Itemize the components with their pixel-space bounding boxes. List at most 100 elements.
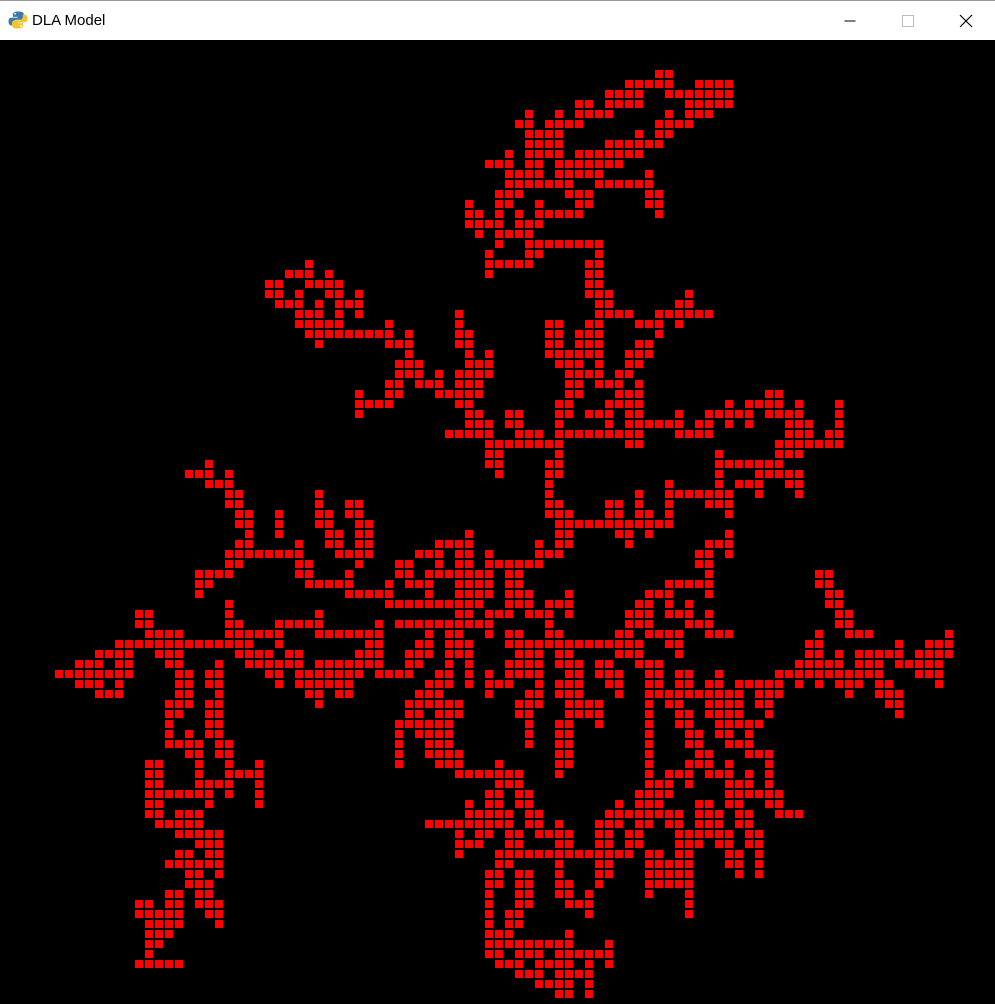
aggregate-particle <box>425 380 433 388</box>
aggregate-particle <box>815 670 823 678</box>
aggregate-particle <box>585 520 593 528</box>
aggregate-particle <box>255 630 263 638</box>
aggregate-particle <box>525 850 533 858</box>
aggregate-particle <box>635 380 643 388</box>
aggregate-particle <box>585 280 593 288</box>
aggregate-particle <box>735 850 743 858</box>
aggregate-particle <box>585 970 593 978</box>
aggregate-particle <box>395 750 403 758</box>
aggregate-particle <box>585 990 593 998</box>
aggregate-particle <box>355 510 363 518</box>
aggregate-particle <box>305 560 313 568</box>
aggregate-particle <box>155 760 163 768</box>
aggregate-particle <box>185 860 193 868</box>
aggregate-particle <box>525 880 533 888</box>
aggregate-particle <box>505 440 513 448</box>
aggregate-particle <box>485 560 493 568</box>
aggregate-particle <box>775 450 783 458</box>
aggregate-particle <box>415 550 423 558</box>
aggregate-particle <box>595 150 603 158</box>
aggregate-particle <box>645 690 653 698</box>
aggregate-particle <box>315 500 323 508</box>
aggregate-particle <box>455 400 463 408</box>
aggregate-particle <box>495 440 503 448</box>
aggregate-particle <box>685 110 693 118</box>
aggregate-particle <box>165 960 173 968</box>
aggregate-particle <box>575 660 583 668</box>
aggregate-particle <box>525 240 533 248</box>
aggregate-particle <box>445 430 453 438</box>
aggregate-particle <box>305 680 313 688</box>
aggregate-particle <box>835 430 843 438</box>
aggregate-particle <box>555 450 563 458</box>
aggregate-particle <box>455 700 463 708</box>
aggregate-particle <box>795 810 803 818</box>
aggregate-particle <box>565 540 573 548</box>
aggregate-particle <box>625 830 633 838</box>
aggregate-particle <box>855 670 863 678</box>
aggregate-particle <box>455 750 463 758</box>
title-bar[interactable]: DLA Model <box>0 0 995 40</box>
aggregate-particle <box>215 570 223 578</box>
aggregate-particle <box>595 160 603 168</box>
maximize-button[interactable] <box>879 1 937 41</box>
aggregate-particle <box>315 620 323 628</box>
aggregate-particle <box>935 650 943 658</box>
aggregate-particle <box>435 540 443 548</box>
aggregate-particle <box>385 390 393 398</box>
minimize-button[interactable] <box>821 1 879 41</box>
simulation-canvas-area[interactable] <box>0 40 995 1004</box>
aggregate-particle <box>515 770 523 778</box>
aggregate-particle <box>115 650 123 658</box>
aggregate-particle <box>455 560 463 568</box>
aggregate-particle <box>435 380 443 388</box>
aggregate-particle <box>355 300 363 308</box>
aggregate-particle <box>685 850 693 858</box>
aggregate-particle <box>685 670 693 678</box>
aggregate-particle <box>445 750 453 758</box>
aggregate-particle <box>685 580 693 588</box>
aggregate-particle <box>805 660 813 668</box>
aggregate-particle <box>725 410 733 418</box>
aggregate-particle <box>485 270 493 278</box>
aggregate-particle <box>715 450 723 458</box>
aggregate-particle <box>465 580 473 588</box>
aggregate-particle <box>175 700 183 708</box>
aggregate-particle <box>585 980 593 988</box>
aggregate-particle <box>685 840 693 848</box>
aggregate-particle <box>255 660 263 668</box>
aggregate-particle <box>225 750 233 758</box>
aggregate-particle <box>275 300 283 308</box>
aggregate-particle <box>555 940 563 948</box>
aggregate-particle <box>515 210 523 218</box>
aggregate-particle <box>435 760 443 768</box>
aggregate-particle <box>95 690 103 698</box>
aggregate-particle <box>585 100 593 108</box>
aggregate-particle <box>475 370 483 378</box>
aggregate-particle <box>205 700 213 708</box>
aggregate-particle <box>615 800 623 808</box>
aggregate-particle <box>435 370 443 378</box>
aggregate-particle <box>525 900 533 908</box>
aggregate-particle <box>425 600 433 608</box>
aggregate-particle <box>545 180 553 188</box>
close-button[interactable] <box>937 1 995 41</box>
aggregate-particle <box>55 670 63 678</box>
aggregate-particle <box>275 630 283 638</box>
aggregate-particle <box>555 340 563 348</box>
aggregate-particle <box>765 780 773 788</box>
aggregate-particle <box>655 420 663 428</box>
aggregate-particle <box>515 410 523 418</box>
aggregate-particle <box>625 350 633 358</box>
aggregate-particle <box>335 290 343 298</box>
aggregate-particle <box>515 950 523 958</box>
aggregate-particle <box>635 440 643 448</box>
aggregate-particle <box>185 640 193 648</box>
aggregate-particle <box>765 760 773 768</box>
aggregate-particle <box>785 440 793 448</box>
aggregate-particle <box>555 630 563 638</box>
aggregate-particle <box>375 590 383 598</box>
aggregate-particle <box>435 820 443 828</box>
aggregate-particle <box>575 190 583 198</box>
aggregate-particle <box>505 230 513 238</box>
